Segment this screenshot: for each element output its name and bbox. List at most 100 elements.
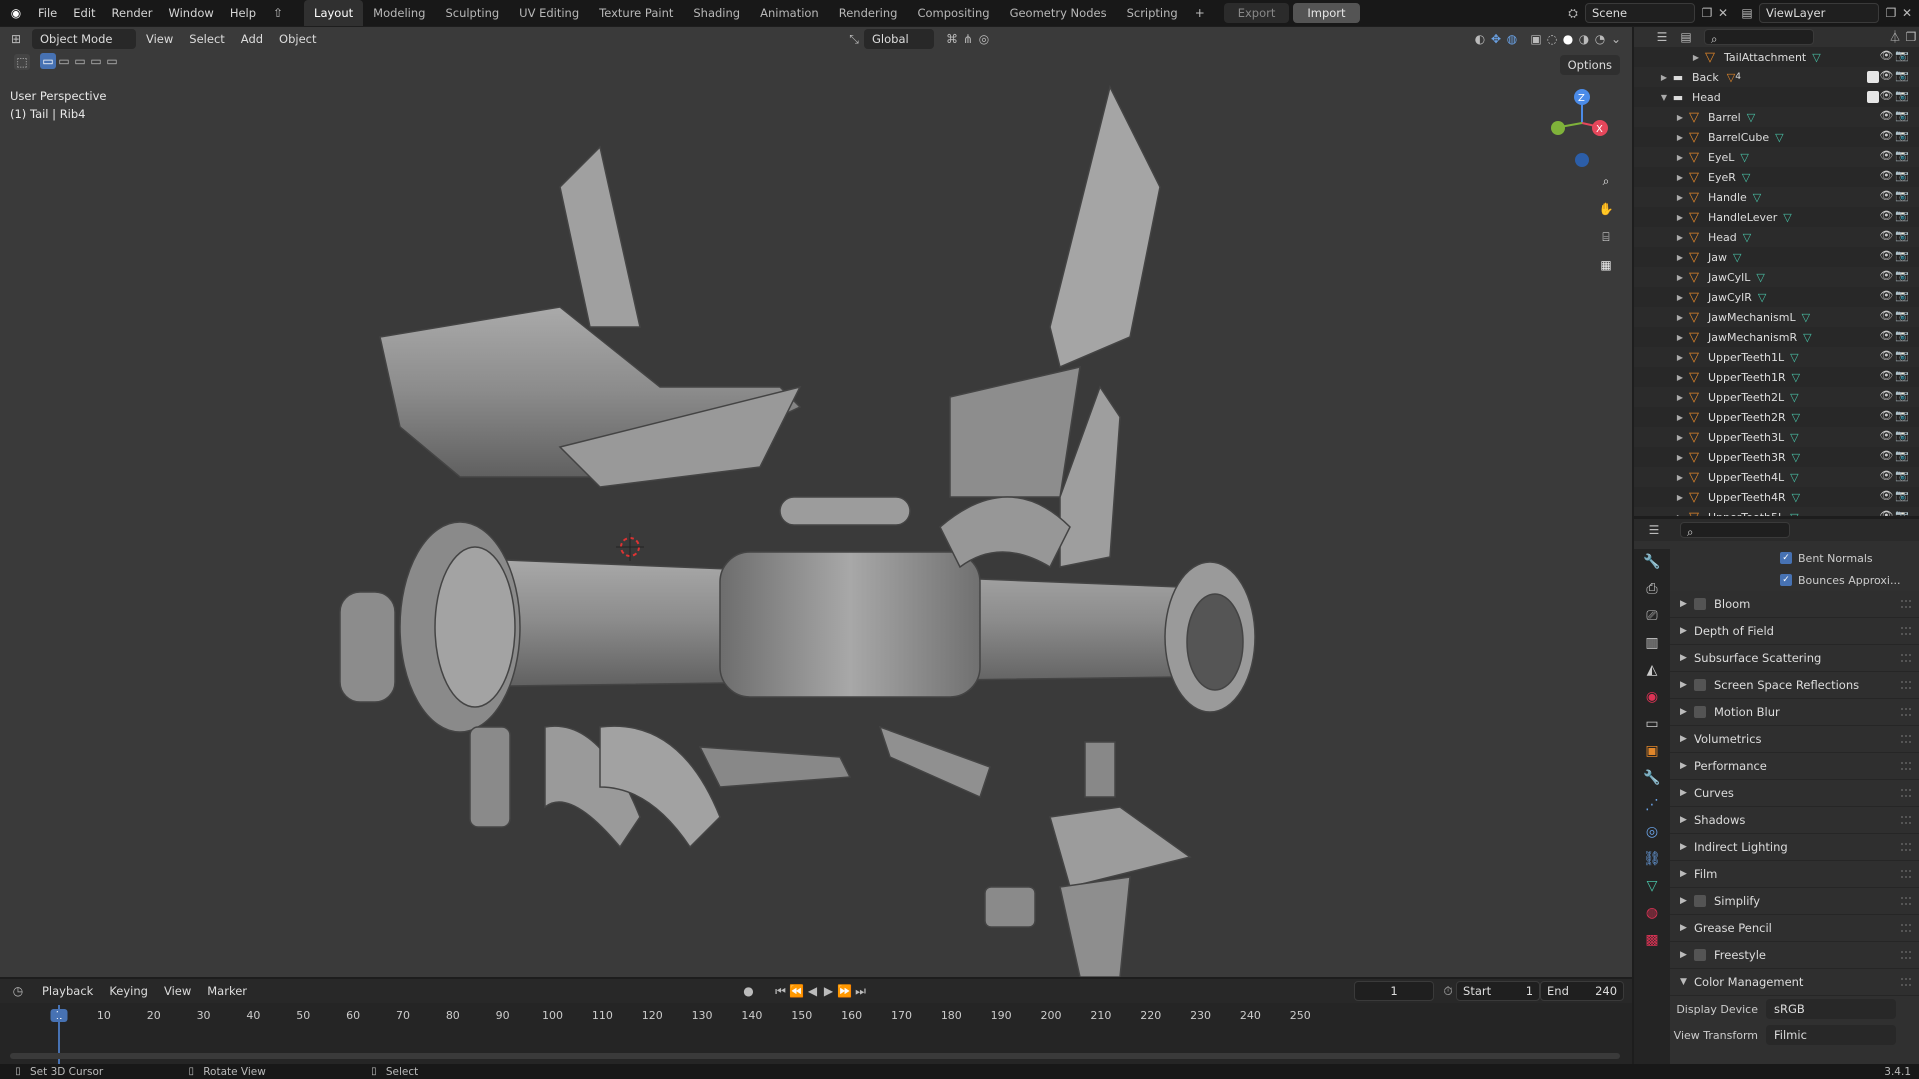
panel-subsurface-scattering[interactable]: ▶ Subsurface Scattering [1670, 645, 1919, 672]
new-view-layer-icon[interactable]: ❐ [1883, 5, 1899, 21]
drag-grip[interactable] [1901, 870, 1911, 878]
panel-enable-checkbox[interactable] [1694, 706, 1706, 718]
check-box[interactable]: ✓ [1780, 574, 1792, 586]
chevron-right-icon[interactable]: ▶ [1674, 493, 1686, 502]
visibility-eye-icon[interactable]: 👁📷 [1879, 209, 1911, 222]
drag-grip[interactable] [1901, 978, 1911, 986]
blender-logo-icon[interactable]: ◉ [8, 5, 24, 21]
end-frame-field[interactable]: End 240 [1540, 981, 1625, 1001]
chevron-right-icon[interactable]: ▶ [1674, 113, 1686, 122]
tab-texture-paint[interactable]: Texture Paint [589, 0, 683, 26]
panel-enable-checkbox[interactable] [1694, 895, 1706, 907]
delete-scene-icon[interactable]: ✕ [1715, 5, 1731, 21]
navigation-gizmo[interactable]: Z X [1551, 89, 1608, 167]
chevron-right-icon[interactable]: ▶ [1674, 453, 1686, 462]
drag-grip[interactable] [1901, 762, 1911, 770]
chevron-right-icon[interactable]: ▶ [1674, 253, 1686, 262]
chevron-right-icon[interactable]: ▶ [1674, 173, 1686, 182]
visibility-eye-icon[interactable]: 👁📷 [1879, 449, 1911, 462]
outliner-item[interactable]: ▶ ▽ BarrelCube ▽ 👁📷 [1634, 127, 1919, 147]
outliner-item[interactable]: ▶ ▽ EyeL ▽ 👁📷 [1634, 147, 1919, 167]
zoom-icon[interactable]: ⌕ [1598, 173, 1614, 189]
visibility-eye-icon[interactable]: 👁📷 [1879, 369, 1911, 382]
chevron-down-icon[interactable]: ▼ [1658, 93, 1670, 102]
delete-view-layer-icon[interactable]: ✕ [1899, 5, 1915, 21]
timeline-menu-marker[interactable]: Marker [199, 979, 255, 1003]
camera-icon[interactable]: ⌸ [1598, 229, 1614, 245]
menu-file[interactable]: File [30, 0, 65, 26]
panel-film[interactable]: ▶ Film [1670, 861, 1919, 888]
outliner-item[interactable]: ▶ ▽ JawMechanismL ▽ 👁📷 [1634, 307, 1919, 327]
3d-viewport[interactable]: ⊞ Object Mode View Select Add Object ⤡ Glob… [0, 27, 1632, 977]
drag-grip[interactable] [1901, 897, 1911, 905]
jump-start-icon[interactable]: ⏮ [773, 983, 789, 999]
add-workspace-icon[interactable]: + [1192, 5, 1208, 21]
panel-screen-space-reflections[interactable]: ▶ Screen Space Reflections [1670, 672, 1919, 699]
outliner-item[interactable]: ▶ ▽ JawCylR ▽ 👁📷 [1634, 287, 1919, 307]
tab-layout[interactable]: Layout [304, 0, 364, 26]
visibility-eye-icon[interactable]: 👁📷 [1879, 169, 1911, 182]
properties-search[interactable]: ⌕ [1680, 522, 1790, 539]
play-reverse-icon[interactable]: ◀ [805, 983, 821, 999]
outliner-editor-icon[interactable]: ☰ [1654, 29, 1670, 45]
jump-end-icon[interactable]: ⏭ [853, 983, 869, 999]
display-mode-icon[interactable]: ▤ [1678, 29, 1694, 45]
tab-modeling[interactable]: Modeling [363, 0, 435, 26]
visibility-eye-icon[interactable]: 👁📷 [1879, 349, 1911, 362]
tab-sculpting[interactable]: Sculpting [435, 0, 509, 26]
view-layer-field[interactable]: ViewLayer [1759, 3, 1879, 23]
visibility-eye-icon[interactable]: 👁📷 [1879, 49, 1911, 62]
view-transform-dropdown[interactable]: Filmic [1766, 1025, 1896, 1045]
outliner-item[interactable]: ▶ ▽ UpperTeeth1L ▽ 👁📷 [1634, 347, 1919, 367]
outliner-item[interactable]: ▶ ▽ UpperTeeth2L ▽ 👁📷 [1634, 387, 1919, 407]
exclude-checkbox[interactable] [1867, 71, 1879, 83]
menu-help[interactable]: Help [222, 0, 264, 26]
visibility-eye-icon[interactable]: 👁📷 [1879, 109, 1911, 122]
chevron-right-icon[interactable]: ▶ [1674, 293, 1686, 302]
outliner-item[interactable]: ▶ ▽ JawMechanismR ▽ 👁📷 [1634, 327, 1919, 347]
visibility-eye-icon[interactable]: 👁📷 [1879, 469, 1911, 482]
outliner-item[interactable]: ▶ ▽ Head ▽ 👁📷 [1634, 227, 1919, 247]
visibility-eye-icon[interactable]: 👁📷 [1879, 489, 1911, 502]
panel-curves[interactable]: ▶ Curves [1670, 780, 1919, 807]
chevron-right-icon[interactable]: ▶ [1674, 313, 1686, 322]
panel-color-management[interactable]: ▼ Color Management [1670, 969, 1919, 996]
panel-enable-checkbox[interactable] [1694, 598, 1706, 610]
timeline-menu-playback[interactable]: Playback [34, 979, 101, 1003]
tab-uv-editing[interactable]: UV Editing [509, 0, 589, 26]
chevron-right-icon[interactable]: ▶ [1674, 333, 1686, 342]
outliner-item[interactable]: ▶ ▽ UpperTeeth4L ▽ 👁📷 [1634, 467, 1919, 487]
drag-grip[interactable] [1901, 600, 1911, 608]
outliner-item[interactable]: ▶ ▽ Jaw ▽ 👁📷 [1634, 247, 1919, 267]
chevron-right-icon[interactable]: ▶ [1674, 153, 1686, 162]
outliner-item[interactable]: ▶▽UpperTeeth5L▽👁📷 [1634, 507, 1919, 516]
grid-perspective-icon[interactable]: ▦ [1598, 257, 1614, 273]
prev-keyframe-icon[interactable]: ⏪ [789, 983, 805, 999]
editor-icon[interactable]: ⇧ [270, 5, 286, 21]
outliner-item[interactable]: ▼ ▬ Head 👁📷 [1634, 87, 1919, 107]
drag-grip[interactable] [1901, 951, 1911, 959]
panel-indirect-lighting[interactable]: ▶ Indirect Lighting [1670, 834, 1919, 861]
visibility-eye-icon[interactable]: 👁📷 [1879, 189, 1911, 202]
tab-animation[interactable]: Animation [750, 0, 829, 26]
outliner-item[interactable]: ▶ ▽ UpperTeeth2R ▽ 👁📷 [1634, 407, 1919, 427]
panel-performance[interactable]: ▶ Performance [1670, 753, 1919, 780]
panel-enable-checkbox[interactable] [1694, 679, 1706, 691]
tab-rendering[interactable]: Rendering [829, 0, 908, 26]
timeline-menu-view[interactable]: View [156, 979, 199, 1003]
chevron-right-icon[interactable]: ▶ [1674, 413, 1686, 422]
drag-grip[interactable] [1901, 708, 1911, 716]
panel-enable-checkbox[interactable] [1694, 949, 1706, 961]
properties-editor-icon[interactable]: ☰ [1646, 522, 1662, 538]
outliner-item[interactable]: ▶ ▽ UpperTeeth3R ▽ 👁📷 [1634, 447, 1919, 467]
visibility-eye-icon[interactable]: 👁📷 [1879, 289, 1911, 302]
tab-shading[interactable]: Shading [683, 0, 750, 26]
panel-grease-pencil[interactable]: ▶ Grease Pencil [1670, 915, 1919, 942]
outliner-item[interactable]: ▶ ▽ JawCylL ▽ 👁📷 [1634, 267, 1919, 287]
scene-field[interactable]: Scene [1585, 3, 1695, 23]
visibility-eye-icon[interactable]: 👁📷 [1879, 129, 1911, 142]
outliner-item[interactable]: ▶ ▽ Barrel ▽ 👁📷 [1634, 107, 1919, 127]
tab-scripting[interactable]: Scripting [1117, 0, 1188, 26]
outliner-item[interactable]: ▶ ▽ UpperTeeth3L ▽ 👁📷 [1634, 427, 1919, 447]
current-frame-field[interactable]: 1 [1354, 981, 1435, 1001]
